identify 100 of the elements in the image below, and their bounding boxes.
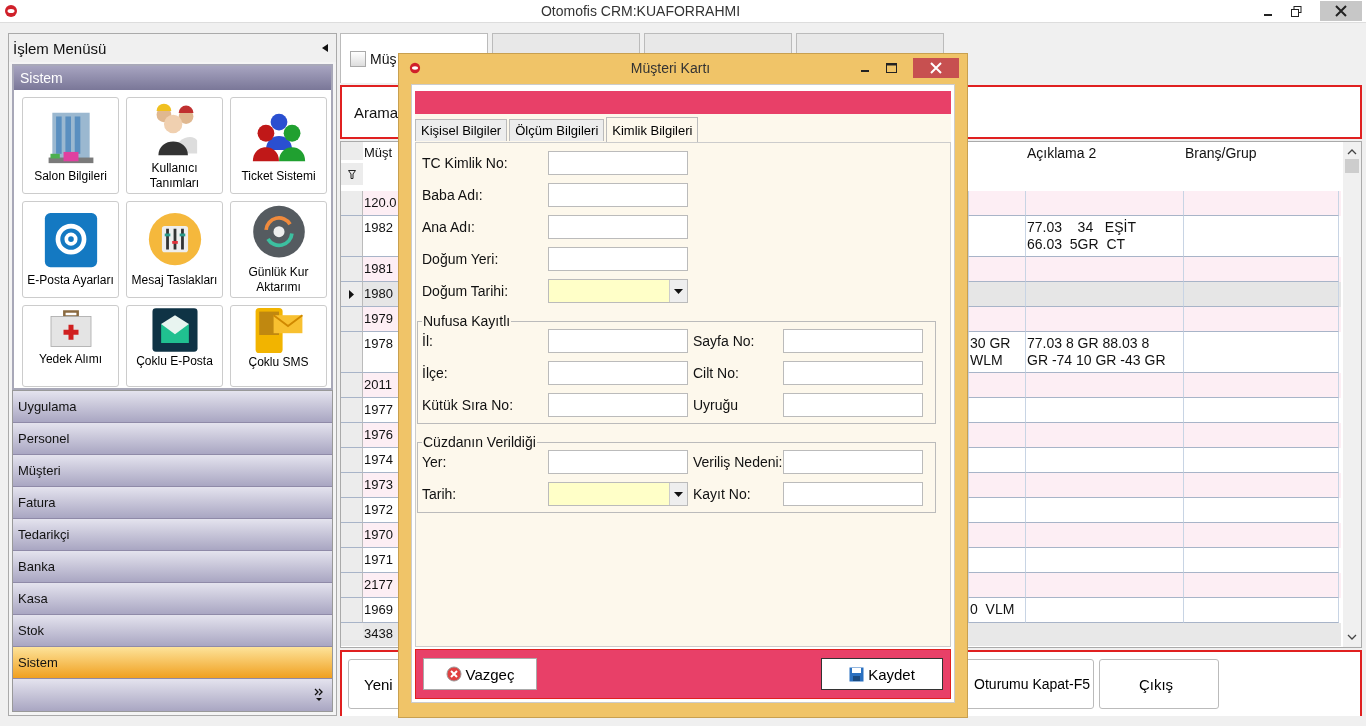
record-count: 3438 — [364, 626, 393, 641]
checkbox[interactable] — [350, 50, 366, 67]
table-cell: 1978 — [364, 336, 393, 351]
input-field[interactable] — [548, 361, 688, 385]
table-cell: 0 VLM — [970, 601, 1015, 617]
column-header[interactable]: Açıklama 2 — [1027, 145, 1097, 161]
sidebar-item[interactable]: Müşteri — [13, 455, 332, 487]
input-field[interactable] — [783, 482, 923, 506]
dialog-button[interactable]: Kaydet — [821, 658, 943, 690]
table-cell: 1981 — [364, 261, 393, 276]
field-label: Kütük Sıra No: — [422, 397, 515, 413]
input-field[interactable] — [783, 393, 923, 417]
table-cell: 1979 — [364, 311, 393, 326]
table-cell: 1972 — [364, 502, 393, 517]
maximize-icon[interactable] — [886, 63, 897, 73]
dialog-title: Müşteri Kartı — [629, 60, 712, 76]
table-cell: 30 GR WLM — [970, 335, 1011, 368]
table-cell: 120.0 — [364, 195, 397, 210]
table-cell: 1974 — [364, 452, 393, 467]
search-label: Arama — [354, 103, 399, 121]
filter-icon[interactable] — [348, 169, 356, 179]
tile-button[interactable]: Salon Bilgileri — [22, 97, 119, 194]
save-icon — [849, 666, 865, 682]
action-button[interactable]: Çıkış — [1099, 659, 1219, 709]
column-header[interactable]: Branş/Grup — [1185, 145, 1257, 161]
scroll-thumb[interactable] — [1345, 159, 1359, 173]
cancel-icon — [445, 666, 462, 682]
table-cell: 77.03 34 EŞİT 66.03 5GR CT — [1027, 219, 1136, 252]
table-cell: 2177 — [364, 577, 393, 592]
sidebar-item[interactable]: Fatura — [13, 487, 332, 519]
app-icon — [4, 4, 18, 18]
tab[interactable]: Kişisel Bilgiler — [415, 119, 508, 141]
field-label: TC Kimlik No: — [422, 155, 509, 171]
dropdown-icon[interactable] — [674, 288, 683, 294]
sidebar-item[interactable]: Stok — [13, 615, 332, 647]
date-field[interactable] — [548, 279, 688, 303]
input-field[interactable] — [548, 183, 688, 207]
restore-icon[interactable] — [1291, 5, 1302, 17]
field-label: Kayıt No: — [692, 486, 752, 502]
row-selector — [341, 142, 363, 160]
input-field[interactable] — [783, 450, 923, 474]
row-selector[interactable] — [341, 282, 363, 307]
close-icon[interactable] — [1320, 1, 1362, 21]
column-header[interactable]: Müşt — [364, 145, 393, 160]
field-label: İl: — [422, 333, 434, 349]
sidebar-item[interactable]: Personel — [13, 423, 332, 455]
dialog-button[interactable]: Vazgeç — [423, 658, 537, 690]
collapse-icon[interactable] — [322, 44, 328, 52]
current-row-icon — [349, 289, 354, 299]
sidebar-item[interactable]: Kasa — [13, 583, 332, 615]
scrollbar[interactable] — [1343, 142, 1361, 647]
table-cell: 1982 — [364, 220, 393, 235]
tile-button[interactable]: Günlük Kur Aktarımı — [230, 201, 327, 298]
group-title: Cüzdanın Verildiği — [422, 434, 537, 450]
group-title: Sistem — [20, 70, 63, 86]
field-label: Baba Adı: — [422, 187, 484, 203]
field-label: Tarih: — [422, 486, 458, 502]
sidebar-item[interactable]: Uygulama — [13, 391, 332, 423]
field-label: Uyruğu — [692, 397, 740, 413]
field-label: İlçe: — [422, 365, 449, 381]
sidebar-item[interactable]: Tedarikçi — [13, 519, 332, 551]
more-icon[interactable] — [314, 688, 324, 702]
scroll-down-icon — [1347, 634, 1357, 641]
app-icon — [409, 62, 421, 74]
group-title: Nufusa Kayıtlı — [422, 313, 512, 329]
sidebar-title: İşlem Menüsü — [13, 39, 107, 57]
table-cell: 1970 — [364, 527, 393, 542]
tile-button[interactable]: E-Posta Ayarları — [22, 201, 119, 298]
sidebar-item[interactable]: Sistem — [13, 647, 332, 679]
table-cell: 1971 — [364, 552, 393, 567]
table-cell: 77.03 8 GR 88.03 8 GR -74 10 GR -43 GR — [1027, 335, 1166, 368]
field-label: Ana Adı: — [422, 219, 476, 235]
input-field[interactable] — [548, 247, 688, 271]
tab[interactable]: Ölçüm Bilgileri — [509, 119, 605, 141]
table-cell: 2011 — [364, 377, 392, 392]
tile-button[interactable]: Kullanıcı Tanımları — [126, 97, 223, 194]
tile-button[interactable]: Yedek Alımı — [22, 305, 119, 387]
input-field[interactable] — [783, 361, 923, 385]
tile-button[interactable]: Çoklu E-Posta — [126, 305, 223, 387]
input-field[interactable] — [548, 151, 688, 175]
input-field[interactable] — [548, 393, 688, 417]
input-field[interactable] — [783, 329, 923, 353]
input-field[interactable] — [548, 450, 688, 474]
tile-button[interactable]: Mesaj Taslakları — [126, 201, 223, 298]
field-label: Yer: — [422, 454, 448, 470]
table-cell: 1977 — [364, 402, 393, 417]
field-label: Doğum Yeri: — [422, 251, 500, 267]
input-field[interactable] — [548, 329, 688, 353]
input-field[interactable] — [548, 215, 688, 239]
tile-button[interactable]: Ticket Sistemi — [230, 97, 327, 194]
tile-button[interactable]: Çoklu SMS — [230, 305, 327, 387]
tab[interactable]: Kimlik Bilgileri — [606, 117, 699, 142]
sidebar-item[interactable]: Banka — [13, 551, 332, 583]
date-field[interactable] — [548, 482, 688, 506]
field-label: Sayfa No: — [692, 333, 756, 349]
close-icon[interactable] — [913, 58, 959, 78]
scroll-up-icon — [1347, 148, 1357, 155]
table-cell: 1973 — [364, 477, 393, 492]
table-cell: 1980 — [364, 286, 393, 301]
field-label: Doğum Tarihi: — [422, 283, 510, 299]
